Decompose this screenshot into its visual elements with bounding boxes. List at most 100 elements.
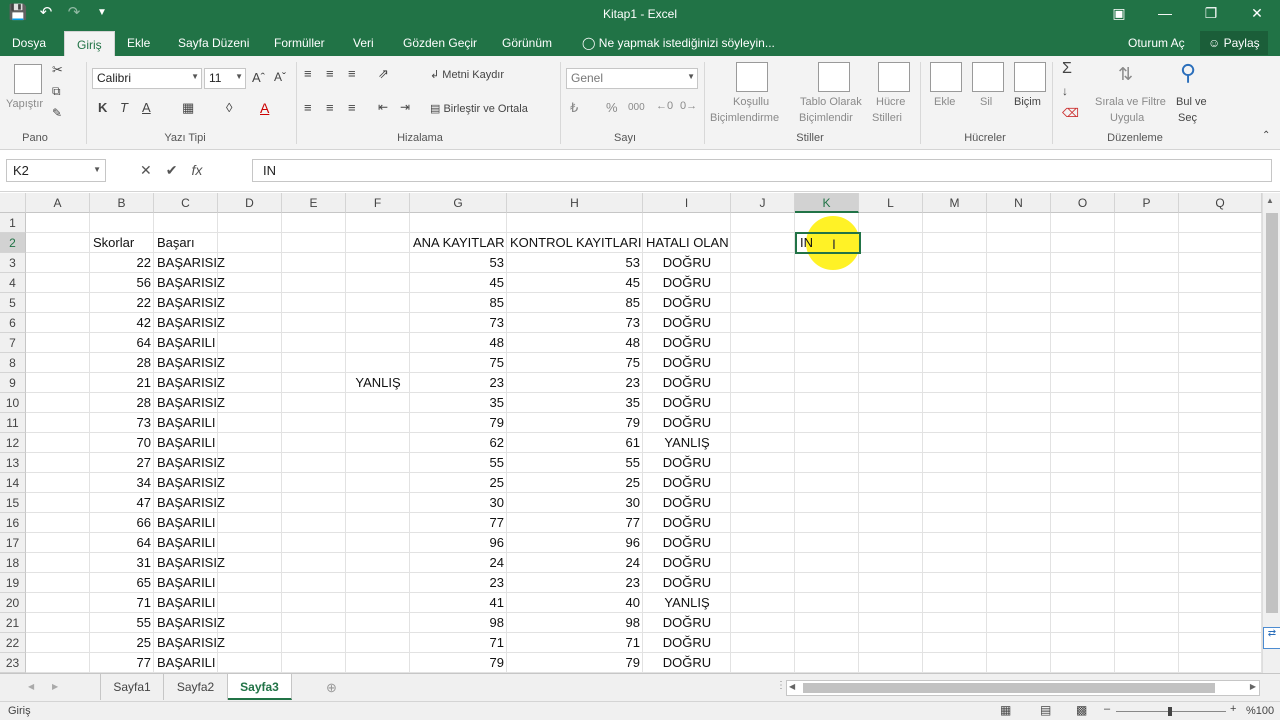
cell-skor[interactable]: 66: [90, 513, 154, 533]
cell-basari[interactable]: BAŞARISIZ: [154, 553, 225, 573]
cell-hatali-olan[interactable]: DOĞRU: [643, 273, 731, 293]
align-right-icon[interactable]: ≡: [348, 100, 356, 115]
select-all-corner[interactable]: [0, 193, 26, 213]
cell-skor[interactable]: 28: [90, 393, 154, 413]
cell-skor[interactable]: 27: [90, 453, 154, 473]
tab-insert[interactable]: Ekle: [127, 28, 150, 56]
column-header-l[interactable]: L: [859, 193, 923, 213]
column-header-f[interactable]: F: [346, 193, 410, 213]
number-format-select[interactable]: Genel ▼: [566, 68, 698, 89]
cell-ana-kayit[interactable]: 96: [410, 533, 507, 553]
row-header-14[interactable]: 14: [0, 473, 26, 493]
cell-kontrol-kayit[interactable]: 98: [507, 613, 643, 633]
cell-skor[interactable]: 64: [90, 533, 154, 553]
row-header-8[interactable]: 8: [0, 353, 26, 373]
cell-hatali-olan[interactable]: DOĞRU: [643, 473, 731, 493]
cell-ana-kayit[interactable]: 53: [410, 253, 507, 273]
tab-file[interactable]: Dosya: [12, 28, 46, 56]
cell-ana-kayit[interactable]: 35: [410, 393, 507, 413]
cell-hatali-olan[interactable]: DOĞRU: [643, 653, 731, 673]
cell-basari[interactable]: BAŞARILI: [154, 573, 218, 593]
cell-ana-kayit[interactable]: 23: [410, 373, 507, 393]
format-table-label-1[interactable]: Tablo Olarak: [800, 96, 862, 108]
column-header-p[interactable]: P: [1115, 193, 1179, 213]
tab-page-layout[interactable]: Sayfa Düzeni: [178, 28, 249, 56]
cell-skor[interactable]: 22: [90, 253, 154, 273]
minimize-icon[interactable]: —: [1142, 0, 1188, 28]
cell-ana-kayit[interactable]: 41: [410, 593, 507, 613]
row-header-16[interactable]: 16: [0, 513, 26, 533]
italic-button[interactable]: T: [120, 100, 128, 115]
column-header-g[interactable]: G: [410, 193, 507, 213]
column-header-b[interactable]: B: [90, 193, 154, 213]
column-header-e[interactable]: E: [282, 193, 346, 213]
format-table-label-2[interactable]: Biçimlendir: [799, 112, 853, 124]
cell-ana-kayit[interactable]: 25: [410, 473, 507, 493]
row-header-9[interactable]: 9: [0, 373, 26, 393]
row-header-11[interactable]: 11: [0, 413, 26, 433]
cell-ana-kayit[interactable]: 24: [410, 553, 507, 573]
cell-ana-kayit[interactable]: 73: [410, 313, 507, 333]
row-header-15[interactable]: 15: [0, 493, 26, 513]
format-cells-icon[interactable]: [1014, 62, 1046, 92]
cell-basari[interactable]: BAŞARISIZ: [154, 393, 225, 413]
cell-ana-kayit[interactable]: 98: [410, 613, 507, 633]
column-header-n[interactable]: N: [987, 193, 1051, 213]
cell-kontrol-kayit[interactable]: 71: [507, 633, 643, 653]
worksheet-grid[interactable]: A B C D E F G H I J K L M N O P Q 1 2 3 4 5 6 7 8 9 10 11 12 13 14 15 16…: [0, 193, 1262, 673]
cell-kontrol-kayit[interactable]: 24: [507, 553, 643, 573]
row-header-18[interactable]: 18: [0, 553, 26, 573]
column-header-j[interactable]: J: [731, 193, 795, 213]
cell-ana-kayit[interactable]: 71: [410, 633, 507, 653]
cell-ana-kayit[interactable]: 30: [410, 493, 507, 513]
cell-ana-kayit[interactable]: 75: [410, 353, 507, 373]
sign-in-link[interactable]: Oturum Aç: [1128, 28, 1185, 56]
cell-skor[interactable]: 64: [90, 333, 154, 353]
header-basari[interactable]: Başarı: [154, 233, 218, 253]
tab-home[interactable]: Giriş: [64, 31, 115, 56]
cell-skor[interactable]: 65: [90, 573, 154, 593]
cell-skor[interactable]: 34: [90, 473, 154, 493]
decrease-decimal-icon[interactable]: 0→: [680, 100, 697, 112]
cell-kontrol-kayit[interactable]: 48: [507, 333, 643, 353]
zoom-out-icon[interactable]: –: [1104, 703, 1110, 715]
zoom-slider-thumb[interactable]: [1168, 707, 1172, 716]
cell-ana-kayit[interactable]: 85: [410, 293, 507, 313]
cell-hatali-olan[interactable]: DOĞRU: [643, 493, 731, 513]
cell-skor[interactable]: 21: [90, 373, 154, 393]
cell-basari[interactable]: BAŞARILI: [154, 433, 218, 453]
row-header-20[interactable]: 20: [0, 593, 26, 613]
cell-kontrol-kayit[interactable]: 75: [507, 353, 643, 373]
horizontal-scrollbar[interactable]: ◀ ▶: [786, 680, 1260, 696]
zoom-in-icon[interactable]: +: [1230, 703, 1236, 715]
cell-basari[interactable]: BAŞARISIZ: [154, 633, 225, 653]
new-sheet-icon[interactable]: ⊕: [326, 680, 337, 696]
cell-hatali-olan[interactable]: DOĞRU: [643, 313, 731, 333]
column-header-h[interactable]: H: [507, 193, 643, 213]
borders-icon[interactable]: ▦: [182, 100, 194, 116]
cell-ana-kayit[interactable]: 79: [410, 413, 507, 433]
cell-hatali-olan[interactable]: DOĞRU: [643, 413, 731, 433]
row-header-7[interactable]: 7: [0, 333, 26, 353]
cell-skor[interactable]: 28: [90, 353, 154, 373]
collapse-ribbon-icon[interactable]: ⌃: [1262, 130, 1270, 141]
cell-basari[interactable]: BAŞARISIZ: [154, 273, 225, 293]
cell-kontrol-kayit[interactable]: 40: [507, 593, 643, 613]
row-header-12[interactable]: 12: [0, 433, 26, 453]
cond-format-label-2[interactable]: Biçimlendirme: [710, 112, 779, 124]
cell-skor[interactable]: 31: [90, 553, 154, 573]
align-bottom-icon[interactable]: ≡: [348, 66, 356, 81]
cell-basari[interactable]: BAŞARISIZ: [154, 473, 225, 493]
row-header-19[interactable]: 19: [0, 573, 26, 593]
align-top-icon[interactable]: ≡: [304, 66, 312, 81]
cell-kontrol-kayit[interactable]: 23: [507, 573, 643, 593]
row-header-5[interactable]: 5: [0, 293, 26, 313]
cell-basari[interactable]: BAŞARILI: [154, 333, 218, 353]
cell-skor[interactable]: 55: [90, 613, 154, 633]
row-header-6[interactable]: 6: [0, 313, 26, 333]
row-header-22[interactable]: 22: [0, 633, 26, 653]
delete-cells-label[interactable]: Sil: [980, 96, 992, 108]
cell-hatali-olan[interactable]: DOĞRU: [643, 293, 731, 313]
orientation-icon[interactable]: ⇗: [378, 66, 389, 82]
percent-button[interactable]: %: [606, 100, 618, 115]
